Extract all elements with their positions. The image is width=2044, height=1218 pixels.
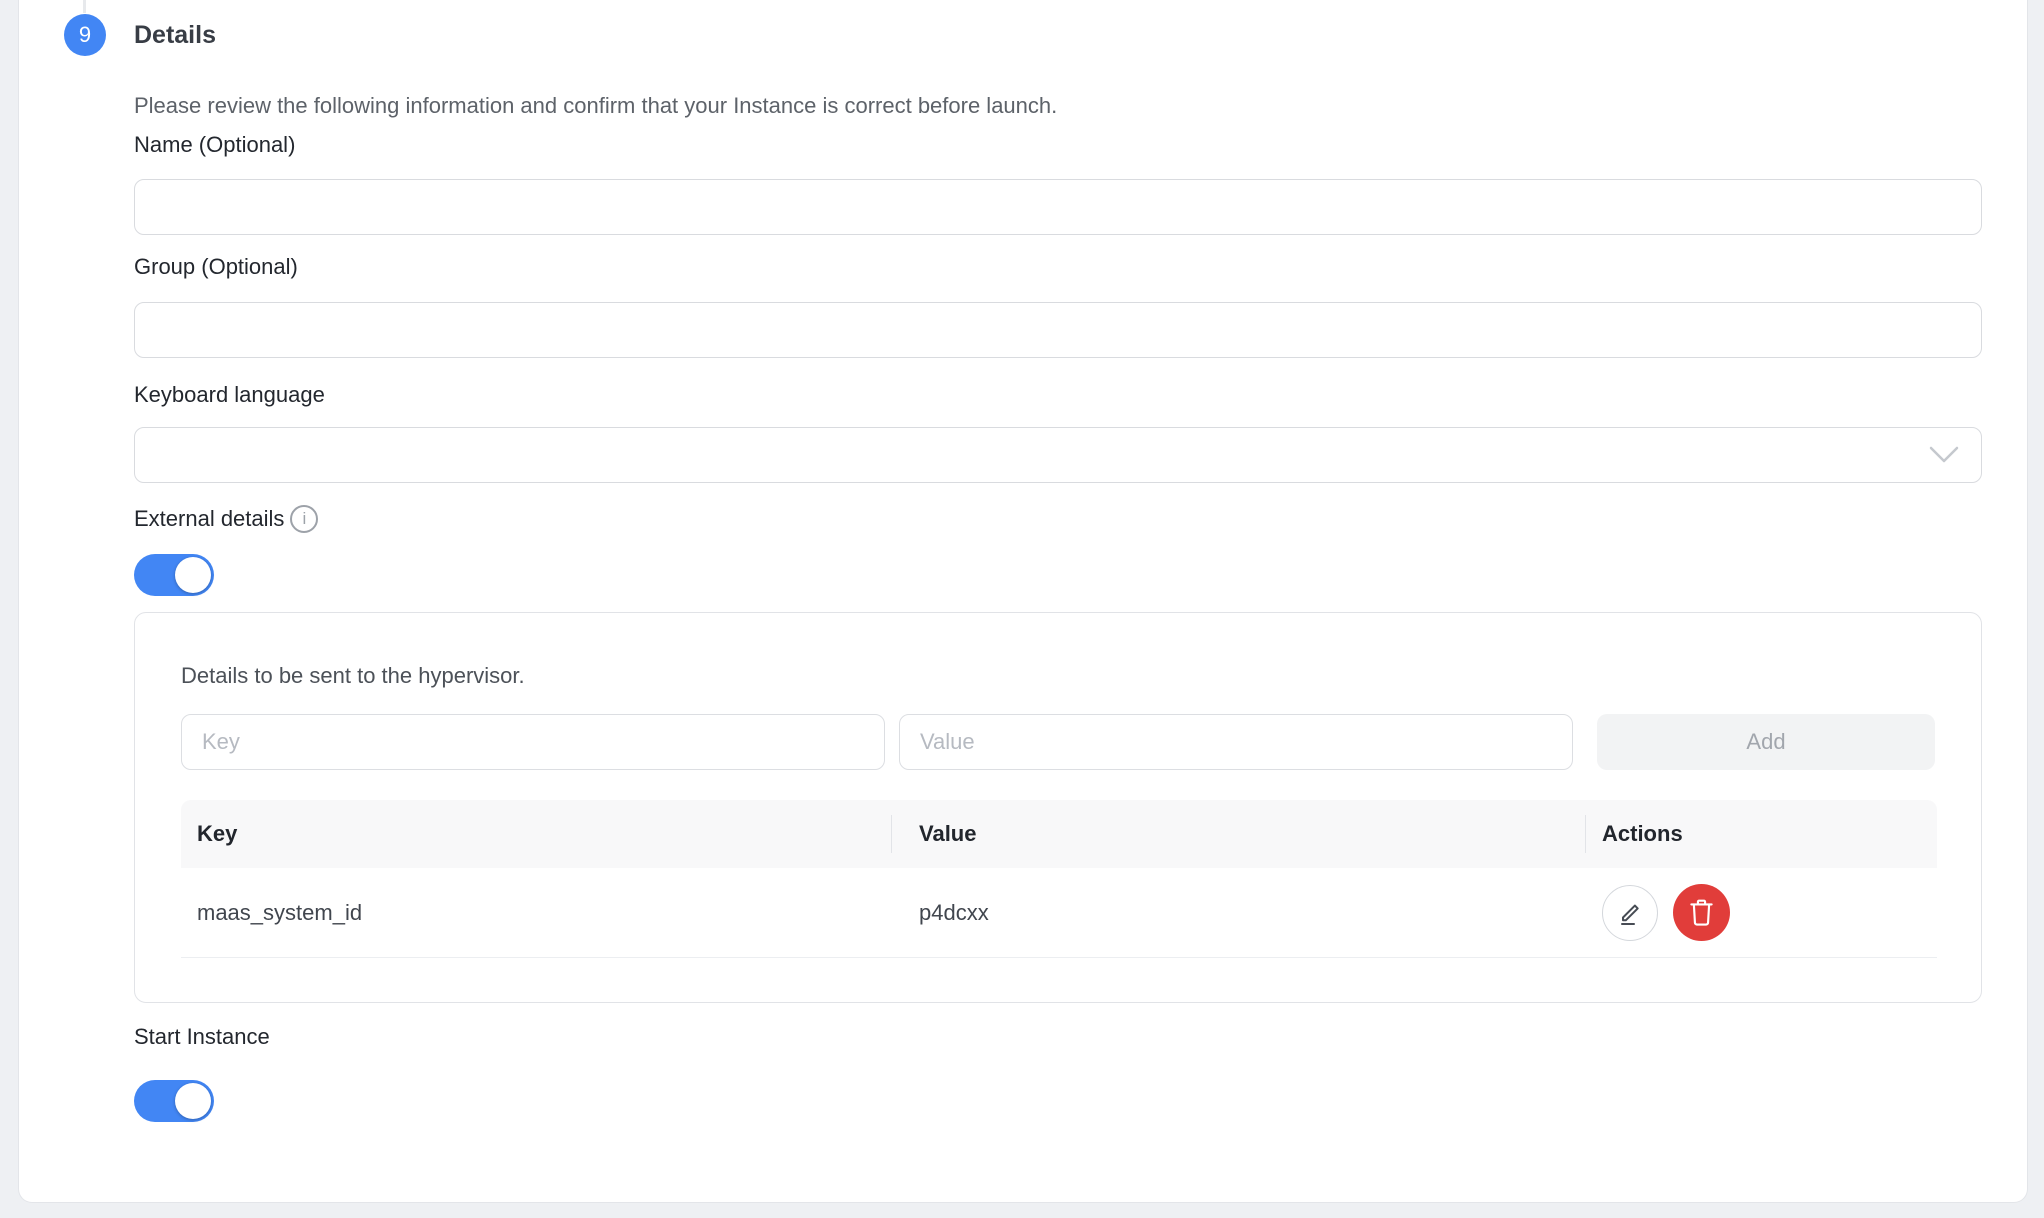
toggle-knob [175,1083,211,1119]
start-instance-label: Start Instance [134,1022,1983,1052]
external-details-panel: Details to be sent to the hypervisor. Ad… [134,612,1982,1003]
add-button[interactable]: Add [1597,714,1935,770]
info-icon[interactable]: i [290,505,318,533]
cell-actions [1585,884,1937,941]
toggle-knob [175,557,211,593]
step-connector-line [83,0,86,13]
cell-value: p4dcxx [891,900,1585,926]
column-divider [1585,815,1586,853]
keyboard-language-select[interactable] [134,427,1982,483]
header-key: Key [181,821,891,847]
group-input[interactable] [134,302,1982,358]
group-label: Group (Optional) [134,252,1983,282]
key-input[interactable] [181,714,885,770]
intro-text: Please review the following information … [134,91,1983,121]
start-instance-toggle[interactable] [134,1080,214,1122]
external-details-row: External details i [134,504,1983,534]
chevron-down-icon [1929,446,1959,464]
details-table: Key Value Actions maas_system_id p4dcxx [181,800,1937,958]
value-input[interactable] [899,714,1573,770]
step-header: 9 Details [19,0,2027,56]
cell-key: maas_system_id [181,900,891,926]
delete-button[interactable] [1673,884,1730,941]
key-value-entry-row: Add [181,714,1935,770]
name-input[interactable] [134,179,1982,235]
table-row: maas_system_id p4dcxx [181,868,1937,958]
column-divider [891,815,892,853]
name-label: Name (Optional) [134,130,1983,160]
keyboard-language-label: Keyboard language [134,380,1983,410]
panel-description: Details to be sent to the hypervisor. [181,661,1935,691]
header-value: Value [891,821,1585,847]
header-actions: Actions [1585,821,1937,847]
trash-icon [1687,897,1716,928]
table-header: Key Value Actions [181,800,1937,868]
pencil-icon [1615,898,1645,928]
details-step-card: 9 Details Please review the following in… [18,0,2028,1203]
edit-button[interactable] [1602,885,1658,941]
step-number-badge: 9 [64,14,106,56]
page-title: Details [134,21,216,50]
external-details-toggle[interactable] [134,554,214,596]
external-details-label: External details [134,504,284,534]
